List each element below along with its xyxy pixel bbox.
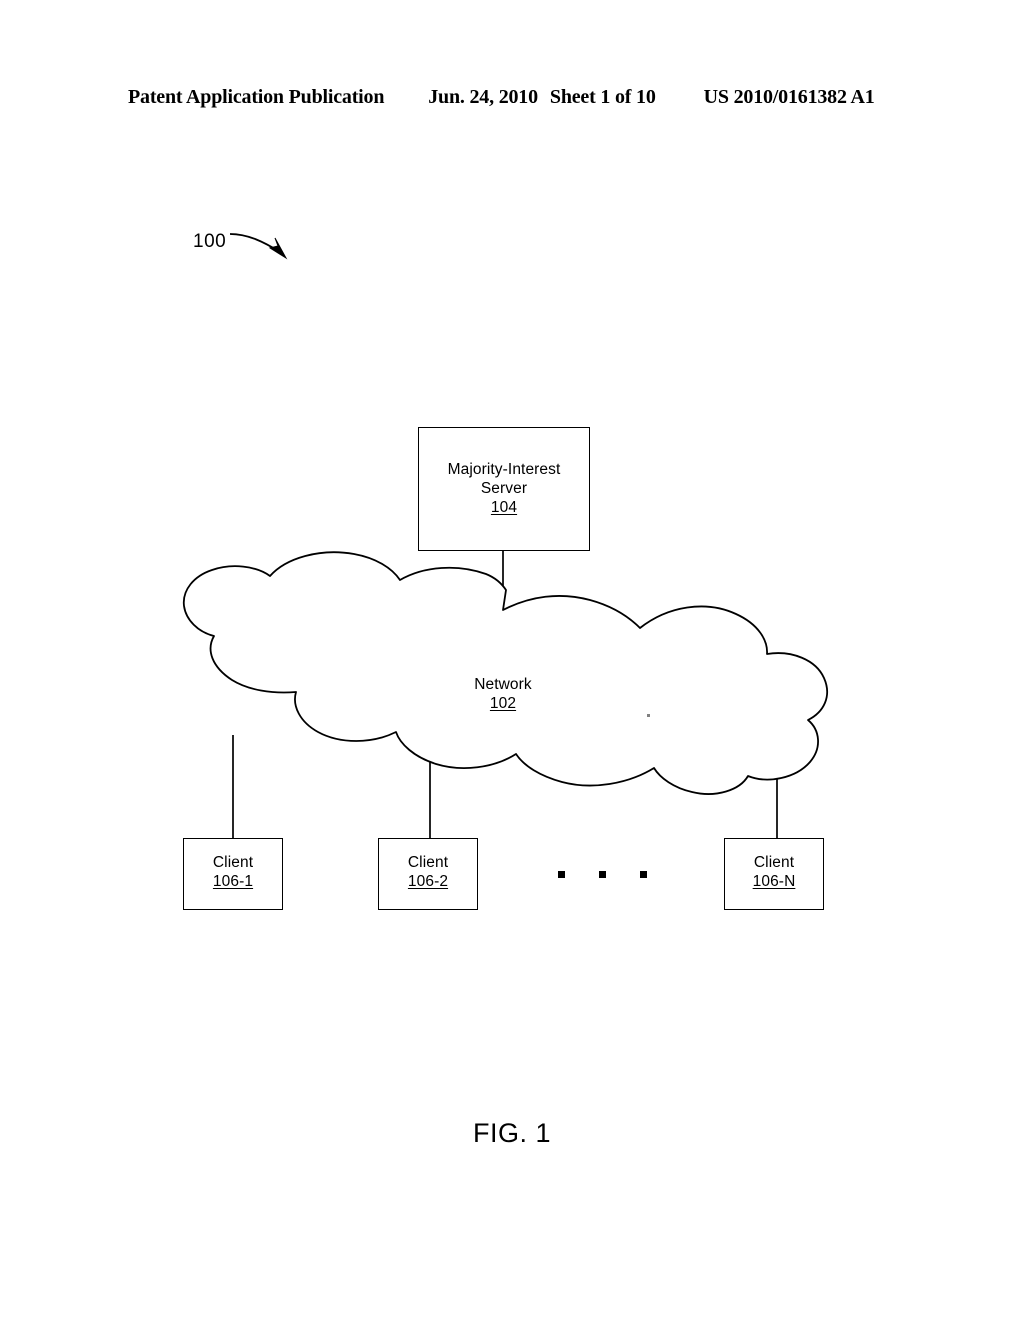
publication-number: US 2010/0161382 A1 xyxy=(703,86,875,108)
server-label-line-2: Server xyxy=(480,480,528,497)
ellipsis-dot xyxy=(599,871,606,878)
server-reference-numeral: 104 xyxy=(490,499,518,516)
client-2-reference-numeral: 106-2 xyxy=(407,873,449,890)
client-node-106-1[interactable]: Client 106-1 xyxy=(183,838,283,910)
client-n-label: Client xyxy=(753,854,795,871)
ellipsis-dot xyxy=(640,871,647,878)
client-node-106-n[interactable]: Client 106-N xyxy=(724,838,824,910)
publication-type-label: Patent Application Publication xyxy=(128,86,385,108)
network-label: Network xyxy=(474,676,532,693)
client-1-label: Client xyxy=(212,854,254,871)
server-label-line-1: Majority-Interest xyxy=(447,461,561,478)
network-node-label: Network 102 xyxy=(443,675,563,713)
client-2-label: Client xyxy=(407,854,449,871)
ellipsis-dot xyxy=(558,871,565,878)
scan-speck xyxy=(647,714,650,717)
publication-date: Jun. 24, 2010 xyxy=(428,86,538,108)
system-reference-label: 100 xyxy=(193,231,227,252)
network-reference-numeral: 102 xyxy=(489,695,517,712)
sheet-number: Sheet 1 of 10 xyxy=(549,86,656,108)
client-1-reference-numeral: 106-1 xyxy=(212,873,254,890)
figure-caption: FIG. 1 xyxy=(472,1118,551,1148)
majority-interest-server-node[interactable]: Majority-Interest Server 104 xyxy=(418,427,590,551)
client-n-reference-numeral: 106-N xyxy=(752,873,796,890)
patent-figure-page: Patent Application Publication Jun. 24, … xyxy=(0,0,1024,1320)
network-cloud-shape xyxy=(182,551,829,795)
client-node-106-2[interactable]: Client 106-2 xyxy=(378,838,478,910)
reference-arrow-icon xyxy=(229,233,288,260)
publication-header: Patent Application Publication Jun. 24, … xyxy=(128,86,896,114)
